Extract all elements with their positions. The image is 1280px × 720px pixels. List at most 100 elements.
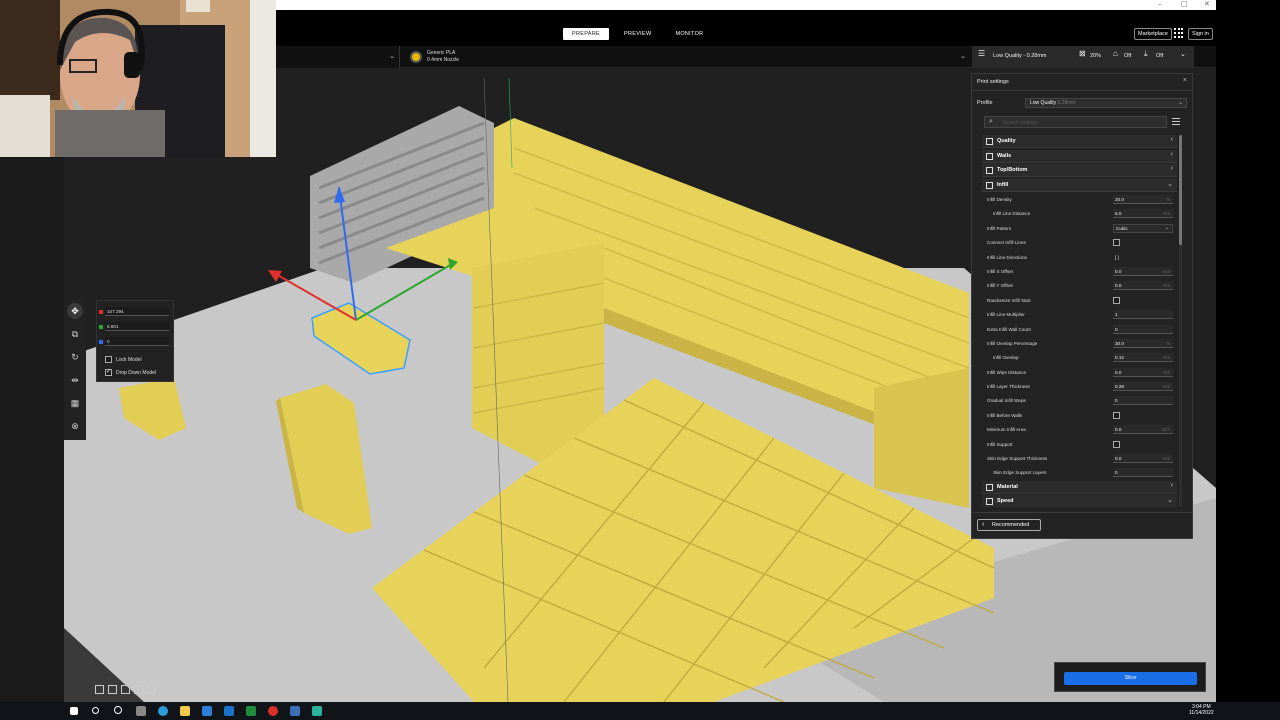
category-top-bottom[interactable]: Top/Bottom ‹ <box>982 164 1177 177</box>
y-position-field[interactable]: 8.801 <box>105 322 169 331</box>
search-settings-input[interactable]: ⌕ Search settings <box>984 116 1167 128</box>
setting-value-field[interactable]: 0.0 mm <box>1113 454 1173 464</box>
search-icon[interactable] <box>92 707 99 714</box>
setting-value-field[interactable]: 20.0% <box>1113 195 1173 204</box>
category-label: Top/Bottom <box>997 167 1028 173</box>
move-tool-icon[interactable]: ✥ <box>67 303 83 319</box>
recommended-button[interactable]: ‹ Recommended <box>977 519 1041 531</box>
support-blocker-icon[interactable]: ⊗ <box>67 418 83 434</box>
sliders-icon: ☰ <box>978 49 986 58</box>
setting-row: Randomize Infill Start <box>982 294 1177 308</box>
category-label: Material <box>997 483 1018 490</box>
cura-icon[interactable] <box>290 706 300 716</box>
material-selector[interactable]: Generic PLA 0.4mm Nozzle ⌄ <box>402 46 970 68</box>
view-left-icon[interactable] <box>134 685 143 694</box>
setting-value-field[interactable]: 0 <box>1113 324 1173 334</box>
apps-grid-icon[interactable] <box>1174 28 1184 38</box>
close-window-button[interactable]: ✕ <box>1204 0 1210 8</box>
material-extruder-icon <box>410 51 422 63</box>
slice-button[interactable]: Slice <box>1064 672 1197 685</box>
rotate-tool-icon[interactable]: ↻ <box>67 349 83 365</box>
minimize-button[interactable]: – <box>1158 0 1162 8</box>
app-icon[interactable] <box>312 706 322 716</box>
material-name: Generic PLA <box>427 50 456 56</box>
category-infill[interactable]: Infill ⌄ <box>982 178 1177 192</box>
category-walls[interactable]: Walls ‹ <box>982 149 1177 163</box>
settings-scrollbar[interactable] <box>1179 135 1182 507</box>
lock-model-checkbox[interactable] <box>105 356 112 363</box>
widgets-icon[interactable] <box>136 706 146 716</box>
category-quality[interactable]: Quality ‹ <box>982 135 1177 148</box>
drop-down-model-checkbox[interactable] <box>105 368 112 376</box>
print-settings-panel: Print settings × Profile Low Quality 0.2… <box>971 73 1193 539</box>
setting-label: Infill Line Distance <box>993 211 1031 217</box>
mail-icon[interactable] <box>224 706 234 716</box>
setting-row: Infill Support <box>982 438 1177 452</box>
setting-value[interactable]: [ ] <box>1115 255 1119 260</box>
setting-checkbox[interactable] <box>1113 239 1120 247</box>
setting-label: Infill X Offset <box>987 268 1013 274</box>
setting-value-field[interactable]: 6.0 mm <box>1113 209 1173 219</box>
setting-checkbox[interactable] <box>1113 440 1120 448</box>
z-position-field[interactable]: 0 <box>105 337 169 346</box>
setting-checkbox[interactable] <box>1113 411 1120 419</box>
setting-label: Extra Infill Wall Count <box>987 326 1031 332</box>
setting-value-field[interactable]: 0 <box>1113 396 1173 406</box>
job-toolbar: ⌄ Generic PLA 0.4mm Nozzle ⌄ ☰ Low Quali… <box>276 46 1216 68</box>
task-view-icon[interactable] <box>114 706 122 714</box>
view-right-icon[interactable] <box>147 685 156 694</box>
app-icon[interactable] <box>202 706 212 716</box>
chevron-down-icon: ⌄ <box>1167 180 1173 188</box>
print-settings-summary[interactable]: ☰ Low Quality - 0.28mm ⊠ 20% ⌂ Off ⤓ Off… <box>972 46 1194 68</box>
setting-value-field[interactable]: 0.12 mm <box>1113 353 1173 363</box>
settings-visibility-menu-icon[interactable] <box>1172 118 1180 125</box>
setting-value-field[interactable]: 0 <box>1113 468 1173 478</box>
scale-tool-icon[interactable]: ⧉ <box>67 326 83 342</box>
setting-value-field[interactable]: 1 <box>1113 310 1173 320</box>
scrollbar-thumb[interactable] <box>1179 135 1182 245</box>
mirror-tool-icon[interactable]: ⇹ <box>67 372 83 388</box>
category-speed[interactable]: Speed ⌄ <box>982 495 1177 507</box>
support-summary: Off <box>1124 53 1132 59</box>
settings-list[interactable]: Quality ‹ Walls ‹ Top/Bottom ‹ Infill ⌄ Infill D… <box>982 135 1177 507</box>
setting-value-field[interactable]: 0.0 mm <box>1113 281 1173 291</box>
setting-row: Skin Edge Support Thickness 0.0 mm <box>982 452 1177 466</box>
setting-value-field[interactable]: 0.28 mm <box>1113 382 1173 392</box>
marketplace-button[interactable]: Marketplace <box>1134 28 1172 40</box>
setting-value-field[interactable]: 30.0% <box>1113 338 1173 348</box>
setting-value: 0.0 <box>1115 369 1122 375</box>
file-explorer-icon[interactable] <box>180 706 190 716</box>
setting-value-field[interactable]: 0.0 mm <box>1113 266 1173 276</box>
x-position-field[interactable]: 107.294 <box>105 307 169 316</box>
setting-dropdown[interactable]: Cubic ⌄ <box>1113 223 1173 233</box>
close-icon[interactable]: × <box>1183 77 1187 84</box>
windows-start-icon[interactable] <box>70 707 78 715</box>
edge-browser-icon[interactable] <box>158 706 168 716</box>
tab-prepare[interactable]: PREPARE <box>563 28 609 40</box>
printer-selector[interactable]: ⌄ <box>276 46 400 68</box>
category-material[interactable]: Material ‹ <box>982 480 1177 494</box>
setting-checkbox[interactable] <box>1113 296 1120 304</box>
setting-value-field[interactable]: 0.0 mm <box>1113 367 1173 377</box>
view-top-icon[interactable] <box>121 685 130 694</box>
view-front-icon[interactable] <box>108 685 117 694</box>
chrome-icon[interactable] <box>268 706 278 716</box>
profile-dropdown[interactable]: Low Quality 0.28mm ⌄ <box>1025 98 1187 108</box>
tab-preview[interactable]: PREVIEW <box>615 28 660 40</box>
signin-button[interactable]: Sign in <box>1188 28 1213 40</box>
drop-down-model-label: Drop Down Model <box>116 370 157 376</box>
clock[interactable]: 3:04 PM 11/14/2022 <box>1189 704 1214 716</box>
maximize-button[interactable]: □ <box>1181 0 1188 8</box>
divider <box>972 512 1192 513</box>
windows-taskbar: 3:04 PM 11/14/2022 <box>0 702 1280 720</box>
profile-layer-height: 0.28mm <box>1057 100 1076 106</box>
adhesion-icon: ⤓ <box>1144 49 1148 58</box>
tab-monitor[interactable]: MONITOR <box>666 28 712 40</box>
setting-value-field[interactable]: 0.0 mm² <box>1113 425 1173 435</box>
chevron-down-icon: ⌄ <box>1164 224 1169 231</box>
view-3d-icon[interactable] <box>95 685 104 694</box>
excel-icon[interactable] <box>246 706 256 716</box>
setting-row: Infill Y Offset 0.0 mm <box>982 279 1177 293</box>
per-model-settings-icon[interactable]: ▦ <box>67 395 83 411</box>
setting-unit: % <box>1166 197 1170 202</box>
